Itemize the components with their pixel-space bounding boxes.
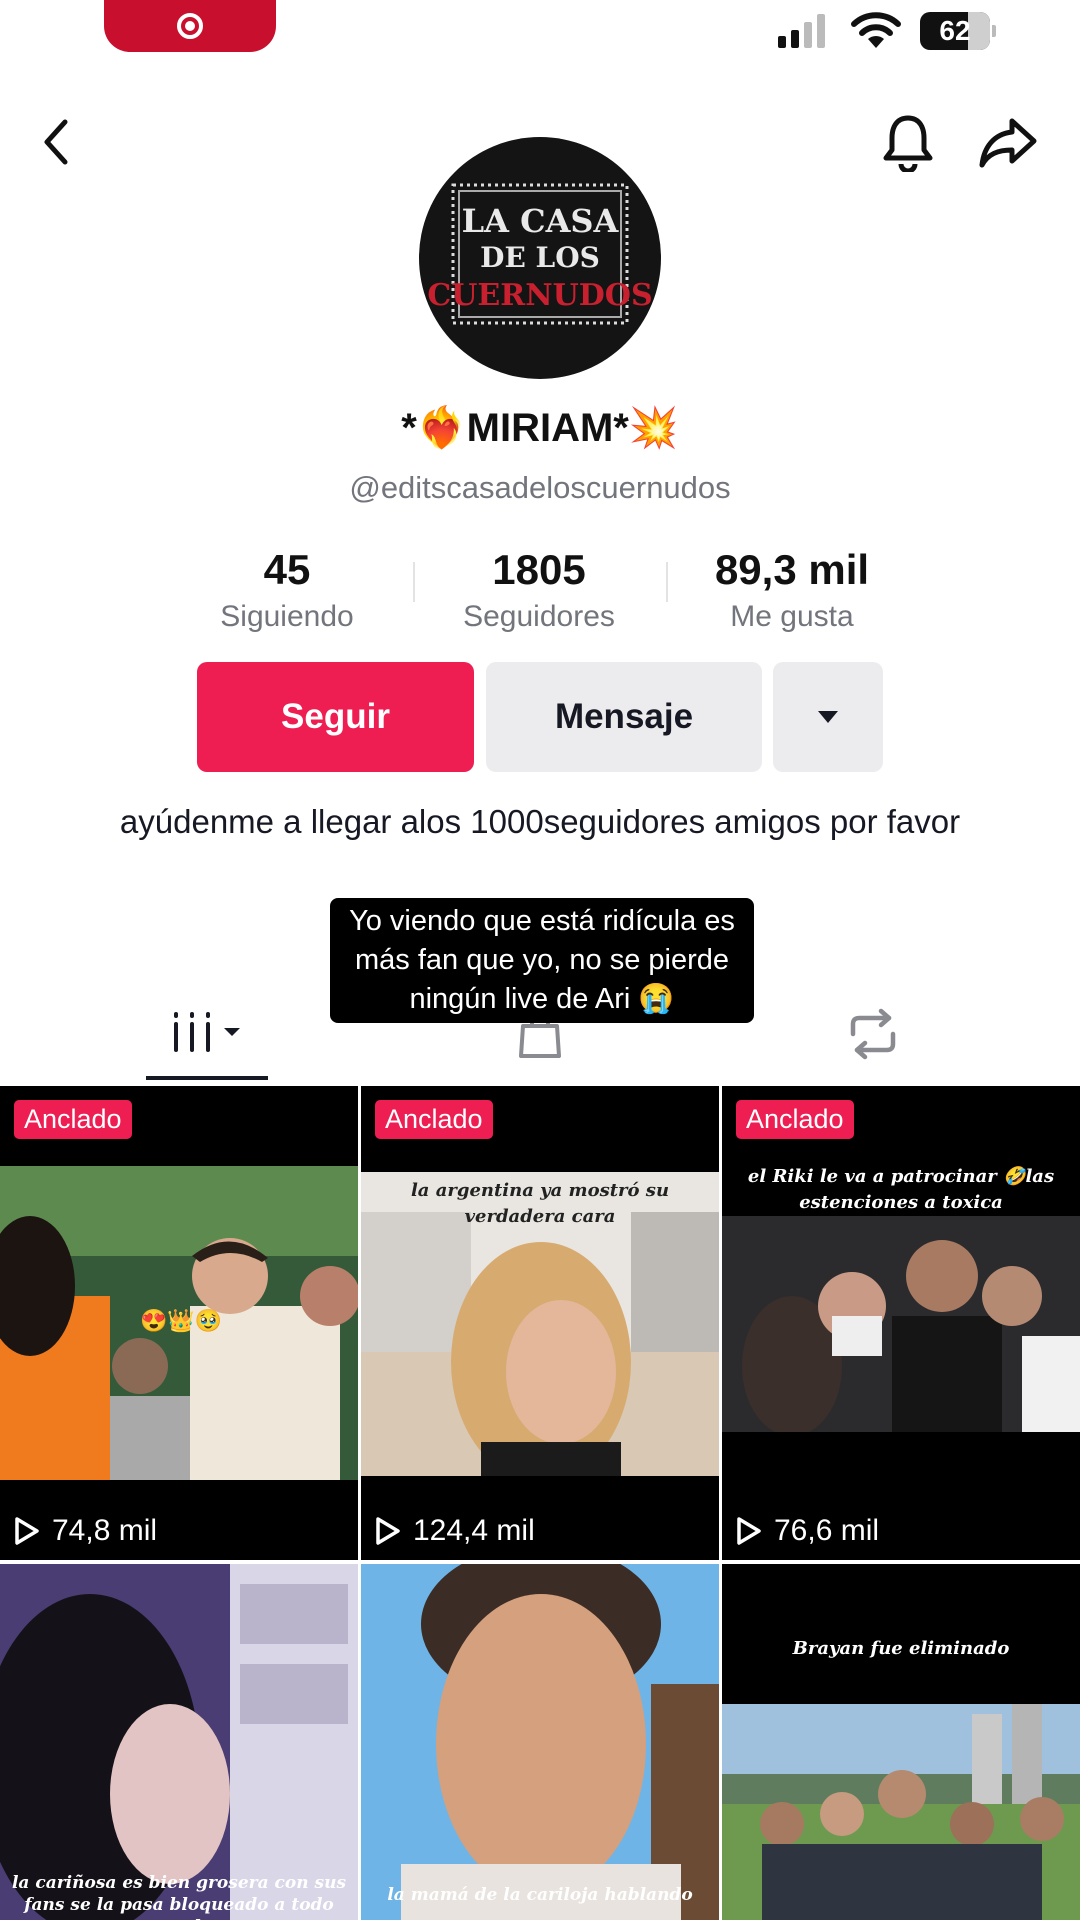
- view-count: 124,4 mil: [375, 1514, 535, 1548]
- svg-text:DE LOS: DE LOS: [480, 241, 600, 274]
- overlay-caption: Yo viendo que está ridícula es más fan q…: [330, 898, 754, 1023]
- notification-bell-button[interactable]: [878, 112, 938, 172]
- video-thumbnail: [722, 1704, 1080, 1920]
- video-thumbnail: [0, 1564, 358, 1920]
- profile-display-name: *❤️‍🔥MIRIAM*💥: [401, 406, 679, 450]
- message-button[interactable]: Mensaje: [486, 662, 762, 772]
- pinned-badge: Anclado: [375, 1100, 493, 1139]
- battery-icon: 62: [920, 12, 996, 50]
- followers-count: 1805: [492, 546, 586, 593]
- video-grid-icon: [174, 1012, 240, 1052]
- view-count-text: 74,8 mil: [52, 1514, 158, 1547]
- stat-divider: [666, 562, 668, 602]
- tab-reposts[interactable]: [845, 1008, 901, 1060]
- profile-handle: @editscasadeloscuernudos: [349, 470, 731, 505]
- profile-avatar[interactable]: LA CASA DE LOS CUERNUDOS: [419, 137, 661, 379]
- share-arrow-icon: [979, 118, 1037, 168]
- video-tile[interactable]: Anclado la argentina ya mostró su verdad…: [361, 1086, 719, 1560]
- video-tile[interactable]: la cariñosa es bien grosera con sus fans…: [0, 1564, 358, 1920]
- follow-button[interactable]: Seguir: [197, 662, 474, 772]
- battery-percentage: 62: [939, 15, 971, 46]
- video-tile[interactable]: la mamá de la cariloja hablando: [361, 1564, 719, 1920]
- thumbnail-overlay-text: la argentina ya mostró su verdadera cara: [410, 1180, 670, 1227]
- thumbnail-overlay-text: el Riki le va a patrocinar 🤣las estencio…: [747, 1166, 1055, 1213]
- svg-text:LA CASA: LA CASA: [462, 202, 620, 240]
- pinned-badge: Anclado: [736, 1100, 854, 1139]
- likes-stat[interactable]: 89,3 mil Me gusta: [682, 546, 902, 634]
- followers-stat[interactable]: 1805 Seguidores: [429, 546, 649, 634]
- share-button[interactable]: [978, 112, 1038, 172]
- active-tab-indicator: [146, 1076, 268, 1080]
- bell-icon: [883, 115, 933, 172]
- play-icon: [15, 1517, 39, 1545]
- likes-label: Me gusta: [730, 600, 854, 633]
- following-count: 45: [263, 546, 311, 593]
- svg-text:CUERNUDOS: CUERNUDOS: [427, 278, 652, 313]
- screen-recording-indicator[interactable]: [104, 0, 276, 52]
- video-tile[interactable]: Anclado 😍👑🥹 74,8 mil: [0, 1086, 358, 1560]
- back-button[interactable]: [26, 112, 86, 172]
- video-thumbnail: [361, 1564, 719, 1920]
- view-count-text: 76,6 mil: [774, 1514, 880, 1547]
- following-label: Siguiendo: [220, 600, 354, 633]
- video-tile[interactable]: Anclado el Riki le va a patrocinar 🤣las …: [722, 1086, 1080, 1560]
- thumbnail-overlay-text: la cariñosa es bien grosera con sus fans…: [11, 1873, 347, 1920]
- likes-count: 89,3 mil: [714, 546, 870, 593]
- video-tile[interactable]: Brayan fue eliminado: [722, 1564, 1080, 1920]
- la-casa-de-los-cuernudos-logo: LA CASA DE LOS CUERNUDOS: [427, 183, 653, 325]
- view-count: 74,8 mil: [14, 1514, 157, 1548]
- thumbnail-emoji-sticker: 😍👑🥹: [140, 1308, 223, 1333]
- repost-icon: [850, 1008, 896, 1060]
- pinned-badge: Anclado: [14, 1100, 132, 1139]
- view-count: 76,6 mil: [736, 1514, 879, 1548]
- video-thumbnail: [722, 1216, 1080, 1432]
- thumbnail-overlay-text: la mamá de la cariloja hablando: [387, 1885, 693, 1905]
- play-icon: [737, 1517, 761, 1545]
- cellular-signal-icon: [778, 14, 825, 48]
- followers-label: Seguidores: [463, 600, 615, 633]
- wifi-icon: [851, 12, 901, 48]
- stat-divider: [413, 562, 415, 602]
- suggested-accounts-dropdown-button[interactable]: [773, 662, 883, 772]
- chevron-left-icon: [44, 119, 68, 165]
- thumbnail-overlay-text: Brayan fue eliminado: [792, 1638, 1010, 1659]
- profile-bio: ayúdenme a llegar alos 1000seguidores am…: [119, 803, 961, 840]
- view-count-text: 124,4 mil: [413, 1514, 535, 1547]
- following-stat[interactable]: 45 Siguiendo: [177, 546, 397, 634]
- tab-videos[interactable]: [168, 1008, 250, 1060]
- record-icon: [177, 13, 203, 39]
- play-icon: [376, 1517, 400, 1545]
- caret-down-icon: [818, 711, 838, 723]
